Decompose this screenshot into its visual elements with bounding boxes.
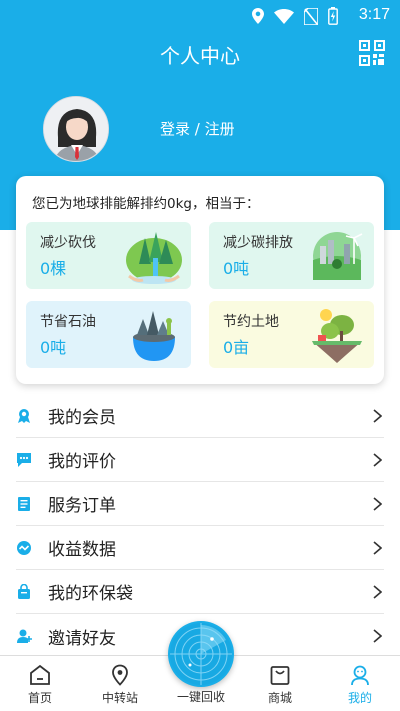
- forest-illustration-icon: [126, 232, 182, 284]
- tile-value: 0亩: [223, 338, 250, 357]
- tile-value: 0吨: [223, 259, 250, 278]
- qr-code-icon[interactable]: [359, 40, 385, 66]
- profile-icon: [351, 665, 369, 686]
- tile-title: 节约土地: [223, 314, 279, 330]
- invite-icon: [16, 628, 32, 644]
- member-icon: [16, 408, 32, 424]
- earnings-icon: [16, 540, 32, 556]
- tab-label: 中转站: [101, 691, 138, 705]
- menu-item-member[interactable]: 我的会员: [16, 394, 384, 438]
- menu-item-label: 我的会员: [48, 408, 116, 428]
- tile-reduce-logging[interactable]: 减少砍伐 0棵: [26, 222, 191, 289]
- chevron-right-icon: [373, 541, 382, 555]
- tile-value: 0棵: [40, 259, 67, 278]
- order-icon: [16, 496, 32, 512]
- tile-reduce-carbon[interactable]: 减少碳排放 0吨: [209, 222, 374, 289]
- eco-summary-text: 您已为地球排能解排约0kg，相当于：: [32, 196, 260, 212]
- menu-item-orders[interactable]: 服务订单: [16, 482, 384, 526]
- chevron-right-icon: [373, 453, 382, 467]
- chevron-right-icon: [373, 409, 382, 423]
- comment-icon: [16, 452, 32, 468]
- tab-one-click-recycle[interactable]: 一键回收: [166, 620, 236, 710]
- menu-item-label: 我的环保袋: [48, 584, 133, 604]
- tab-label: 一键回收: [176, 690, 225, 704]
- user-avatar-icon: [44, 97, 108, 161]
- oil-drop-illustration-icon: [133, 311, 175, 361]
- tab-mine[interactable]: 我的: [325, 656, 395, 711]
- menu-item-label: 收益数据: [48, 540, 116, 560]
- menu-item-earnings[interactable]: 收益数据: [16, 526, 384, 570]
- tile-title: 节省石油: [40, 314, 96, 330]
- tab-label: 我的: [347, 691, 372, 705]
- tab-label: 首页: [27, 691, 52, 705]
- no-sim-icon: [304, 7, 318, 25]
- location-pin-icon: [112, 664, 128, 686]
- avatar[interactable]: [43, 96, 109, 162]
- location-status-icon: [252, 8, 264, 24]
- home-icon: [30, 664, 50, 685]
- tab-home[interactable]: 首页: [5, 656, 75, 711]
- tab-label: 商城: [267, 691, 292, 705]
- tile-value: 0吨: [40, 338, 67, 357]
- tab-transfer-station[interactable]: 中转站: [85, 656, 155, 711]
- eco-summary-card: 您已为地球排能解排约0kg，相当于： 减少砍伐 0棵 减少碳排放 0吨 节省石油…: [16, 176, 384, 384]
- bag-icon: [16, 583, 32, 600]
- battery-charging-icon: [328, 7, 338, 25]
- tile-title: 减少砍伐: [40, 235, 96, 251]
- menu-item-comments[interactable]: 我的评价: [16, 438, 384, 482]
- menu-item-label: 我的评价: [48, 452, 116, 472]
- earth-city-illustration-icon: [313, 232, 363, 280]
- status-bar: 3:17: [0, 0, 400, 32]
- chevron-right-icon: [373, 497, 382, 511]
- tile-save-oil[interactable]: 节省石油 0吨: [26, 301, 191, 368]
- login-register-link[interactable]: 登录 / 注册: [160, 118, 235, 139]
- menu-item-label: 邀请好友: [48, 628, 116, 649]
- chevron-right-icon: [373, 629, 382, 643]
- menu-item-eco-bag[interactable]: 我的环保袋: [16, 570, 384, 614]
- radar-icon: [168, 621, 234, 687]
- chevron-right-icon: [373, 585, 382, 599]
- floating-island-illustration-icon: [312, 309, 362, 363]
- menu-list: 我的会员 我的评价 服务订单 收益数据 我的环保袋 邀请好友: [16, 394, 384, 658]
- tile-save-land[interactable]: 节约土地 0亩: [209, 301, 374, 368]
- page-title: 个人中心: [160, 44, 240, 68]
- wifi-icon: [274, 8, 294, 24]
- shop-bag-icon: [270, 666, 290, 685]
- tile-title: 减少碳排放: [223, 235, 293, 251]
- status-time: 3:17: [358, 6, 390, 23]
- status-icons: [252, 7, 338, 25]
- menu-item-label: 服务订单: [48, 496, 116, 516]
- tab-shop[interactable]: 商城: [245, 656, 315, 711]
